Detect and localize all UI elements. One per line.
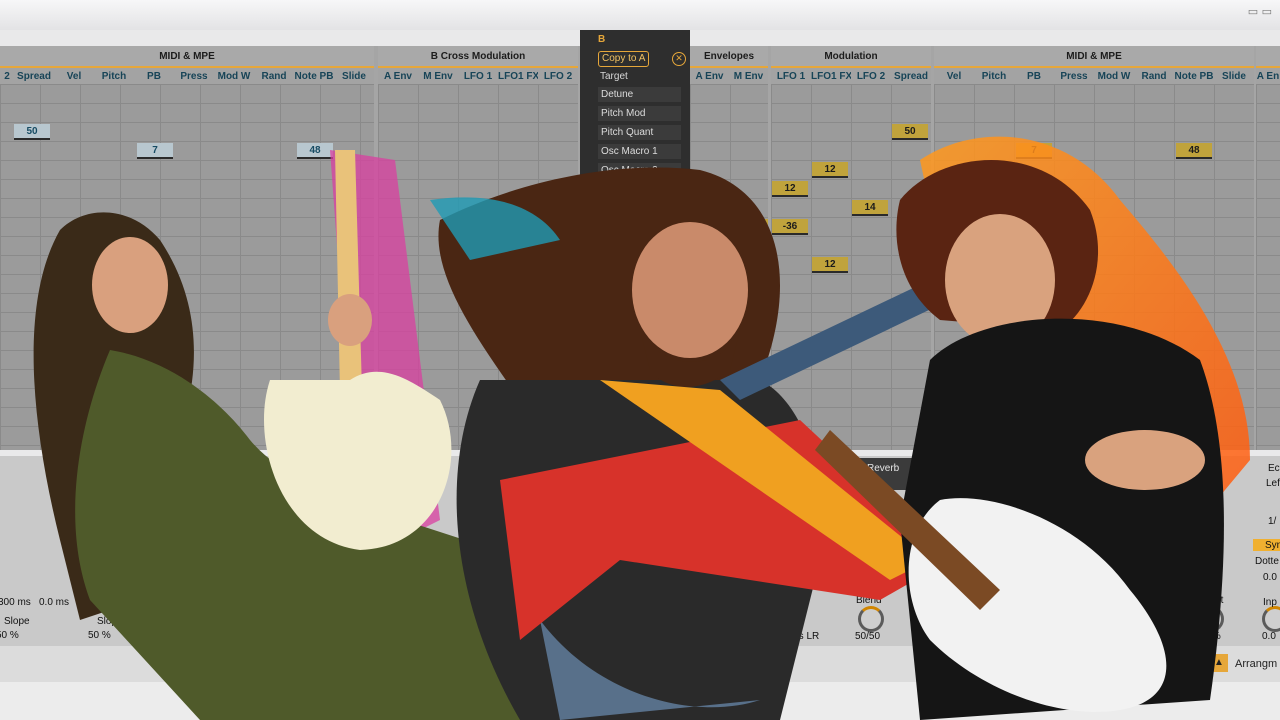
- guitarists-photo-collage: [33, 136, 1250, 720]
- right-guitarist-figure: [815, 136, 1250, 720]
- middle-guitarist-figure: [430, 167, 950, 720]
